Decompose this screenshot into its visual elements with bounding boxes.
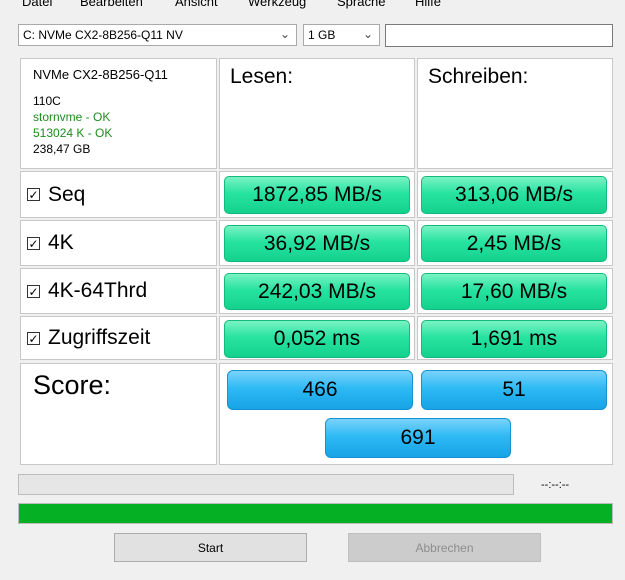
drive-info-textbox[interactable]	[385, 24, 613, 47]
drive-capacity: 238,47 GB	[33, 142, 91, 156]
menu-ansicht[interactable]: Ansicht	[175, 0, 218, 9]
row-4k-read-cell: 36,92 MB/s	[219, 220, 415, 266]
chevron-down-icon: ⌄	[279, 27, 290, 41]
menu-bearbeiten[interactable]: Bearbeiten	[80, 0, 143, 9]
overall-progress-bar	[18, 503, 613, 524]
drive-select-value: C: NVMe CX2-8B256-Q11 NV	[23, 28, 183, 42]
row-4k64-read-cell: 242,03 MB/s	[219, 268, 415, 314]
row-seq-read-cell: 1872,85 MB/s	[219, 171, 415, 218]
drive-firmware: 110C	[33, 94, 61, 108]
read-column-title: Lesen:	[230, 65, 294, 88]
row-4k64-text: 4K-64Thrd	[48, 279, 148, 302]
row-access-time-read-cell: 0,052 ms	[219, 316, 415, 360]
driver-status: stornvme - OK	[33, 110, 111, 124]
checkbox-checked-icon[interactable]: ✓	[27, 188, 40, 202]
drive-select[interactable]: C: NVMe CX2-8B256-Q11 NV ⌄	[18, 24, 297, 46]
overall-progress-fill	[19, 504, 612, 523]
seq-read-result: 1872,85 MB/s	[224, 176, 410, 214]
start-button[interactable]: Start	[114, 533, 307, 562]
row-4k64-label[interactable]: ✓ 4K-64Thrd	[20, 268, 217, 314]
alignment-status: 513024 K - OK	[33, 126, 113, 140]
checkbox-checked-icon[interactable]: ✓	[27, 284, 40, 298]
elapsed-time: --:--:--	[541, 479, 570, 491]
score-total: 691	[325, 418, 511, 458]
row-access-time-write-cell: 1,691 ms	[417, 316, 613, 360]
menu-bar: Datei Bearbeiten Ansicht Werkzeug Sprach…	[0, 0, 625, 18]
read-column-header: Lesen:	[219, 58, 415, 169]
chevron-down-icon: ⌄	[362, 27, 373, 41]
test-progress-bar	[18, 474, 514, 495]
abort-button[interactable]: Abbrechen	[348, 533, 541, 562]
access-time-read-result: 0,052 ms	[224, 320, 410, 358]
seq-write-result: 313,06 MB/s	[421, 176, 607, 214]
size-select[interactable]: 1 GB ⌄	[303, 24, 380, 46]
row-4k64-write-cell: 17,60 MB/s	[417, 268, 613, 314]
menu-hilfe[interactable]: Hilfe	[415, 0, 441, 9]
access-time-write-result: 1,691 ms	[421, 320, 607, 358]
row-4k-text: 4K	[48, 231, 74, 254]
score-label-panel: Score:	[20, 363, 217, 465]
menu-werkzeug[interactable]: Werkzeug	[248, 0, 306, 9]
write-column-title: Schreiben:	[428, 65, 529, 88]
score-read: 466	[227, 370, 413, 410]
row-4k-write-cell: 2,45 MB/s	[417, 220, 613, 266]
drive-info-panel: NVMe CX2-8B256-Q11 110C stornvme - OK 51…	[20, 58, 217, 169]
4k64-read-result: 242,03 MB/s	[224, 273, 410, 310]
write-column-header: Schreiben:	[417, 58, 613, 169]
row-seq-write-cell: 313,06 MB/s	[417, 171, 613, 218]
score-label: Score:	[33, 370, 112, 400]
4k-read-result: 36,92 MB/s	[224, 225, 410, 262]
size-select-value: 1 GB	[308, 28, 336, 42]
4k-write-result: 2,45 MB/s	[421, 225, 607, 262]
menu-datei[interactable]: Datei	[22, 0, 52, 9]
drive-model: NVMe CX2-8B256-Q11	[33, 67, 168, 82]
4k64-write-result: 17,60 MB/s	[421, 273, 607, 310]
row-seq-label[interactable]: ✓ Seq	[20, 171, 217, 218]
score-panel: 466 51 691	[219, 363, 613, 465]
checkbox-checked-icon[interactable]: ✓	[27, 236, 40, 250]
row-access-time-label[interactable]: ✓ Zugriffszeit	[20, 316, 217, 360]
row-4k-label[interactable]: ✓ 4K	[20, 220, 217, 266]
score-write: 51	[421, 370, 607, 410]
menu-sprache[interactable]: Sprache	[337, 0, 385, 9]
row-seq-text: Seq	[48, 182, 86, 206]
checkbox-checked-icon[interactable]: ✓	[27, 331, 40, 345]
row-access-time-text: Zugriffszeit	[48, 326, 151, 349]
